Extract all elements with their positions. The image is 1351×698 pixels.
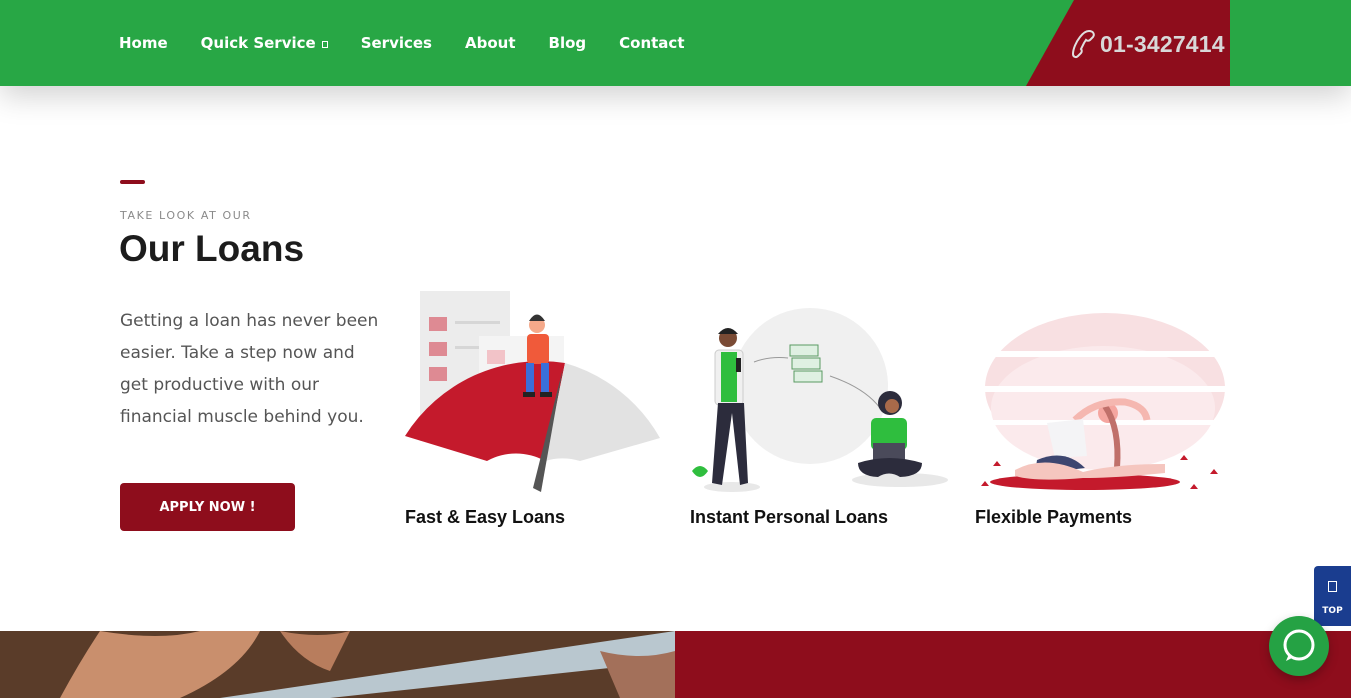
nav-services-label: Services xyxy=(360,34,432,52)
phone-link[interactable]: 01-3427414 xyxy=(1070,28,1225,60)
nav-about[interactable]: About xyxy=(465,34,516,52)
money-transfer-illustration xyxy=(692,308,948,492)
nav-home-label: Home xyxy=(119,34,168,52)
loan-card-instant-personal[interactable]: Instant Personal Loans xyxy=(690,288,950,538)
nav-quick-service-label: Quick Service xyxy=(200,34,316,52)
nav-about-label: About xyxy=(465,34,516,52)
loan-card-title: Instant Personal Loans xyxy=(690,507,889,527)
section-intro: Getting a loan has never been easier. Ta… xyxy=(120,311,379,427)
apply-now-button[interactable]: APPLY NOW ! xyxy=(120,483,295,531)
phone-icon xyxy=(1071,29,1095,59)
nav-quick-service[interactable]: Quick Service xyxy=(201,34,328,52)
top-label: TOP xyxy=(1322,606,1343,616)
section-eyebrow: TAKE LOOK AT OUR xyxy=(120,209,252,222)
bottom-red-panel xyxy=(675,631,1351,698)
phone-number: 01-3427414 xyxy=(1100,30,1225,57)
loan-card-title: Flexible Payments xyxy=(975,507,1133,527)
loan-card-flexible-payments[interactable]: Flexible Payments xyxy=(975,288,1235,538)
speedometer-illustration xyxy=(405,291,660,492)
yoga-stretch-illustration xyxy=(975,313,1230,490)
nav-services[interactable]: Services xyxy=(361,34,432,52)
main-nav: Home Quick Service Services About Blog C… xyxy=(119,0,718,86)
nav-blog-label: Blog xyxy=(548,34,587,52)
arrow-up-icon xyxy=(1328,581,1337,592)
section-title: Our Loans xyxy=(119,228,305,269)
hand-with-tablet-image xyxy=(0,631,675,698)
nav-home[interactable]: Home xyxy=(119,34,168,52)
bottom-hero-photo xyxy=(0,631,675,698)
nav-contact[interactable]: Contact xyxy=(619,34,684,52)
loan-card-title: Fast & Easy Loans xyxy=(405,507,566,527)
dropdown-caret-icon xyxy=(321,40,328,48)
nav-contact-label: Contact xyxy=(619,34,685,52)
section-accent-bar xyxy=(120,180,145,184)
chat-bubble-icon xyxy=(1283,629,1315,661)
site-header: Home Quick Service Services About Blog C… xyxy=(0,0,1351,86)
chat-button[interactable] xyxy=(1269,616,1329,676)
nav-blog[interactable]: Blog xyxy=(549,34,587,52)
loan-card-fast-easy[interactable]: Fast & Easy Loans xyxy=(405,288,665,538)
